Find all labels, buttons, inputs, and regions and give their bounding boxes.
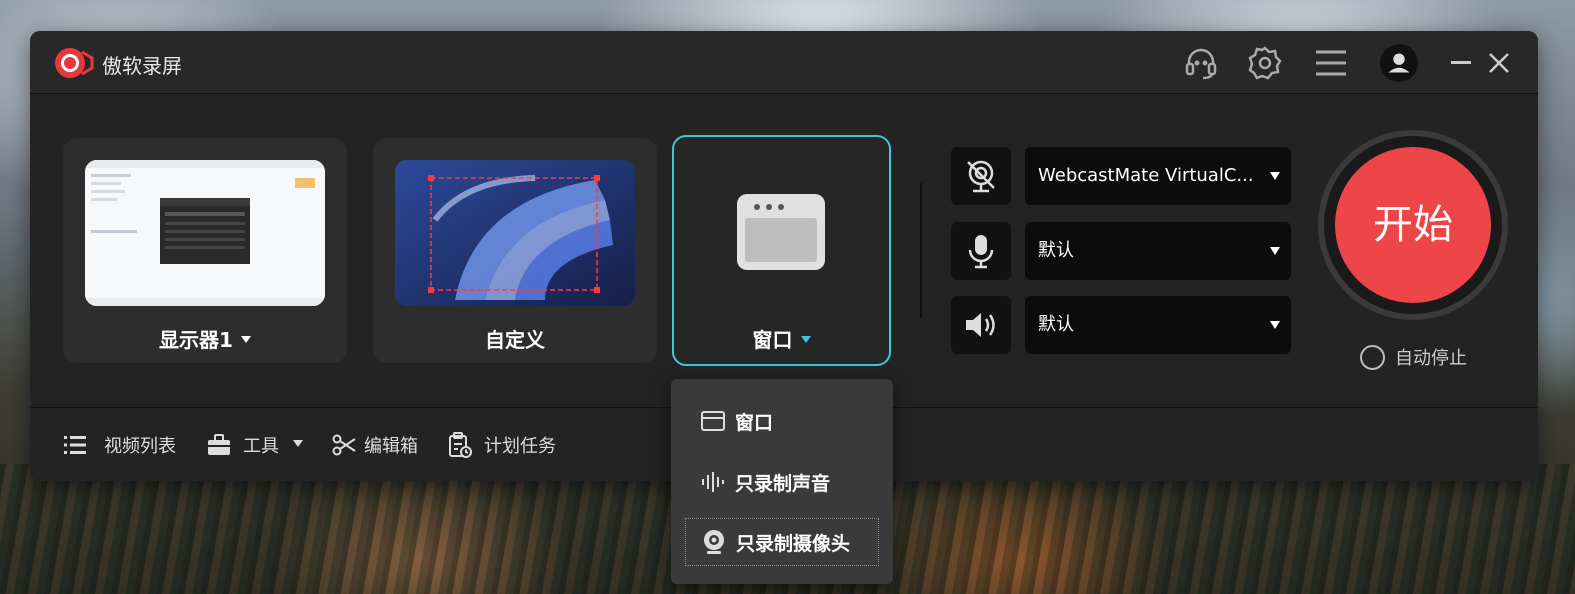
auto-stop-radio[interactable] xyxy=(1360,344,1385,370)
app-logo-icon xyxy=(54,46,94,80)
menu-icon[interactable] xyxy=(1312,44,1350,82)
avatar-icon[interactable] xyxy=(1380,44,1418,82)
editor-button[interactable]: 编辑箱 xyxy=(332,408,418,481)
microphone-icon[interactable] xyxy=(951,222,1011,280)
auto-stop-label: 自动停止 xyxy=(1395,348,1467,369)
auto-stop-toggle[interactable]: 自动停止 xyxy=(1360,344,1467,370)
speaker-icon[interactable] xyxy=(951,296,1011,354)
clipboard-clock-icon xyxy=(449,432,472,458)
minimize-icon[interactable] xyxy=(1442,44,1480,82)
audio-wave-icon xyxy=(702,472,724,492)
toolbox-icon xyxy=(208,434,230,455)
schedule-button[interactable]: 计划任务 xyxy=(448,408,556,481)
close-icon[interactable] xyxy=(1480,44,1518,82)
titlebar: 傲软录屏 xyxy=(30,31,1538,94)
app-title: 傲软录屏 xyxy=(102,54,182,78)
dropdown-item-window[interactable]: 窗口 xyxy=(685,397,879,445)
camera-select[interactable]: WebcastMate VirtualC... xyxy=(1025,147,1291,205)
mode-label-monitor: 显示器1 xyxy=(63,324,347,353)
window-mode-dropdown: 窗口 只录制声音 只录制摄像头 xyxy=(671,379,893,584)
chevron-down-icon xyxy=(1270,247,1280,255)
window-icon xyxy=(701,411,725,431)
mode-card-window[interactable]: 窗口 xyxy=(672,135,891,366)
scissors-icon xyxy=(332,434,356,456)
dropdown-item-webcam-only[interactable]: 只录制摄像头 xyxy=(685,518,879,566)
start-button[interactable]: 开始 xyxy=(1335,147,1491,303)
dropdown-item-audio-only[interactable]: 只录制声音 xyxy=(685,458,879,506)
list-icon xyxy=(64,436,86,454)
mode-label-window: 窗口 xyxy=(674,324,889,353)
mode-label-custom: 自定义 xyxy=(485,328,545,352)
tools-button[interactable]: 工具 xyxy=(207,408,303,481)
mode-card-monitor[interactable]: 显示器1 xyxy=(63,138,347,363)
camera-off-icon[interactable] xyxy=(951,147,1011,205)
main-panel: 显示器1 自定义 窗口 WebcastMate VirtualC... 默认 默… xyxy=(30,95,1538,407)
mode-card-custom[interactable]: 自定义 xyxy=(373,138,657,363)
speaker-select[interactable]: 默认 xyxy=(1025,296,1291,354)
video-list-button[interactable]: 视频列表 xyxy=(64,408,176,481)
window-icon xyxy=(735,192,827,276)
divider xyxy=(920,183,922,318)
chevron-down-icon[interactable] xyxy=(240,336,251,343)
webcam-icon xyxy=(704,530,724,554)
microphone-select[interactable]: 默认 xyxy=(1025,222,1291,280)
chevron-down-icon xyxy=(1270,172,1280,180)
gear-icon[interactable] xyxy=(1246,44,1284,82)
chevron-down-icon xyxy=(1270,321,1280,329)
custom-region-thumbnail xyxy=(395,160,635,306)
monitor-thumbnail xyxy=(85,160,325,306)
chevron-down-icon[interactable] xyxy=(800,336,811,343)
headset-icon[interactable] xyxy=(1182,44,1220,82)
chevron-down-icon xyxy=(293,439,303,447)
